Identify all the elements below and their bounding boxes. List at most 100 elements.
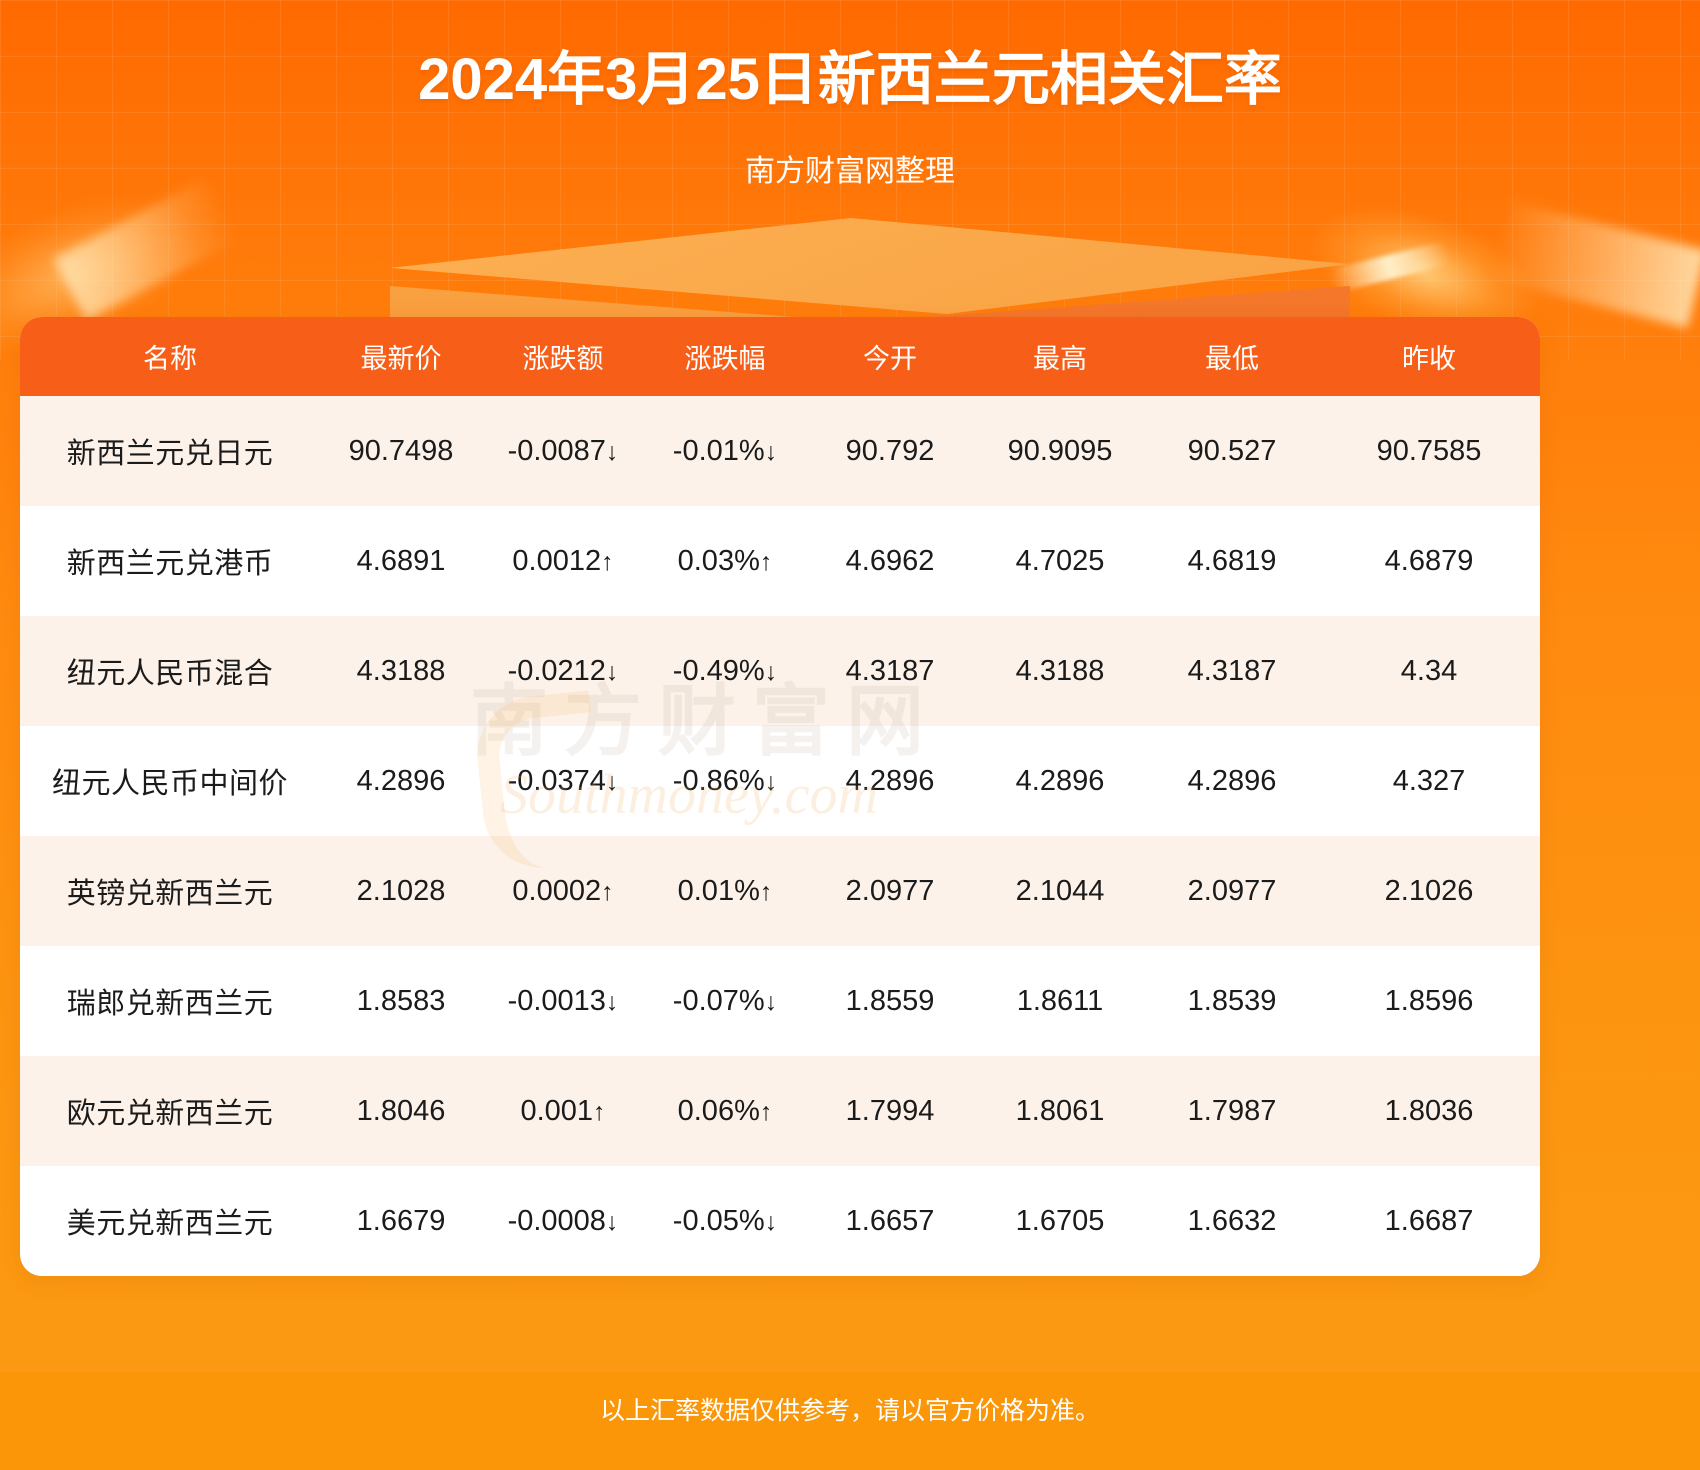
column-header-high: 最高 [974, 317, 1146, 396]
change-value: -0.0013 [507, 984, 606, 1017]
footer-disclaimer: 以上汇率数据仅供参考，请以官方价格为准。 [599, 1397, 1100, 1425]
table-row: 欧元兑新西兰元 1.8046 0.001↑ 0.06%↑ 1.7994 1.8061 1.7… [20, 1056, 1540, 1166]
column-header-prev-close: 昨收 [1318, 317, 1540, 396]
change-pct-value: -0.86% [672, 764, 765, 797]
change-pct-value: -0.07% [672, 984, 765, 1017]
cell-last-price: 4.3188 [320, 616, 482, 726]
cell-prev-close: 4.327 [1318, 726, 1540, 836]
change-pct-value: -0.05% [672, 1204, 765, 1237]
cell-name: 纽元人民币混合 [20, 616, 320, 726]
cell-change-pct: -0.01%↓ [644, 396, 806, 506]
cell-name: 新西兰元兑港币 [20, 506, 320, 616]
cell-name: 美元兑新西兰元 [20, 1166, 320, 1276]
change-pct-value: 0.01% [677, 874, 760, 907]
rates-table-card: 名称 最新价 涨跌额 涨跌幅 今开 最高 最低 昨收 新西兰元兑日元 90.749… [20, 317, 1540, 1276]
table-row: 瑞郎兑新西兰元 1.8583 -0.0013↓ -0.07%↓ 1.8559 1.8611… [20, 946, 1540, 1056]
cell-last-price: 1.8046 [320, 1056, 482, 1166]
arrow-up-icon: ↑ [601, 547, 614, 576]
arrow-down-icon: ↓ [764, 1207, 778, 1236]
cell-low: 4.6819 [1146, 506, 1318, 616]
cell-name: 瑞郎兑新西兰元 [20, 946, 320, 1056]
arrow-down-icon: ↓ [605, 657, 619, 686]
table-row: 新西兰元兑日元 90.7498 -0.0087↓ -0.01%↓ 90.792 90.90… [20, 396, 1540, 506]
column-header-low: 最低 [1146, 317, 1318, 396]
cell-change: 0.0002↑ [482, 836, 644, 946]
cell-change-pct: -0.86%↓ [644, 726, 806, 836]
column-header-change-pct: 涨跌幅 [644, 317, 806, 396]
cell-low: 1.8539 [1146, 946, 1318, 1056]
table-header: 名称 最新价 涨跌额 涨跌幅 今开 最高 最低 昨收 [20, 317, 1540, 396]
cell-last-price: 2.1028 [320, 836, 482, 946]
arrow-down-icon: ↓ [605, 1207, 619, 1236]
cell-prev-close: 90.7585 [1318, 396, 1540, 506]
cell-change: 0.001↑ [482, 1056, 644, 1166]
cell-low: 4.3187 [1146, 616, 1318, 726]
cell-change-pct: 0.06%↑ [644, 1056, 806, 1166]
cell-low: 4.2896 [1146, 726, 1318, 836]
arrow-down-icon: ↓ [764, 767, 778, 796]
cell-high: 1.8611 [974, 946, 1146, 1056]
change-value: 0.0012 [512, 544, 602, 577]
cell-open: 2.0977 [806, 836, 974, 946]
table-header-row: 名称 最新价 涨跌额 涨跌幅 今开 最高 最低 昨收 [20, 317, 1540, 396]
change-pct-value: 0.03% [677, 544, 760, 577]
arrow-up-icon: ↑ [759, 547, 773, 576]
page-title: 2024年3月25日新西兰元相关汇率 [418, 47, 1282, 112]
table-row: 新西兰元兑港币 4.6891 0.0012↑ 0.03%↑ 4.6962 4.7025 4.… [20, 506, 1540, 616]
column-header-open: 今开 [806, 317, 974, 396]
cell-name: 欧元兑新西兰元 [20, 1056, 320, 1166]
cell-high: 4.7025 [974, 506, 1146, 616]
change-value: 0.0002 [512, 874, 602, 907]
cell-prev-close: 2.1026 [1318, 836, 1540, 946]
cell-last-price: 1.8583 [320, 946, 482, 1056]
cell-low: 1.7987 [1146, 1056, 1318, 1166]
column-header-change: 涨跌额 [482, 317, 644, 396]
table-row: 纽元人民币中间价 4.2896 -0.0374↓ -0.86%↓ 4.2896 4.289… [20, 726, 1540, 836]
cell-last-price: 4.2896 [320, 726, 482, 836]
cell-prev-close: 1.8596 [1318, 946, 1540, 1056]
cell-name: 新西兰元兑日元 [20, 396, 320, 506]
cell-change: -0.0013↓ [482, 946, 644, 1056]
change-value: -0.0008 [507, 1204, 606, 1237]
table-body: 新西兰元兑日元 90.7498 -0.0087↓ -0.01%↓ 90.792 90.90… [20, 396, 1540, 1276]
change-value: 0.001 [520, 1094, 594, 1127]
cell-name: 英镑兑新西兰元 [20, 836, 320, 946]
cell-last-price: 4.6891 [320, 506, 482, 616]
rates-table: 名称 最新价 涨跌额 涨跌幅 今开 最高 最低 昨收 新西兰元兑日元 90.749… [20, 317, 1540, 1276]
cell-change-pct: 0.03%↑ [644, 506, 806, 616]
arrow-down-icon: ↓ [764, 437, 778, 466]
cell-open: 4.3187 [806, 616, 974, 726]
arrow-up-icon: ↑ [759, 877, 773, 906]
page-subtitle: 南方财富网整理 [745, 155, 955, 188]
change-value: -0.0212 [507, 654, 606, 687]
change-value: -0.0087 [507, 434, 606, 467]
cell-open: 1.7994 [806, 1056, 974, 1166]
cell-high: 1.8061 [974, 1056, 1146, 1166]
arrow-down-icon: ↓ [605, 767, 619, 796]
cell-name: 纽元人民币中间价 [20, 726, 320, 836]
cell-high: 4.3188 [974, 616, 1146, 726]
cell-change: -0.0212↓ [482, 616, 644, 726]
cell-high: 90.9095 [974, 396, 1146, 506]
table-row: 英镑兑新西兰元 2.1028 0.0002↑ 0.01%↑ 2.0977 2.1044 2.… [20, 836, 1540, 946]
cell-change-pct: -0.07%↓ [644, 946, 806, 1056]
cell-open: 1.8559 [806, 946, 974, 1056]
arrow-up-icon: ↑ [759, 1097, 773, 1126]
cell-last-price: 1.6679 [320, 1166, 482, 1276]
change-value: -0.0374 [507, 764, 606, 797]
table-row: 纽元人民币混合 4.3188 -0.0212↓ -0.49%↓ 4.3187 4.3188… [20, 616, 1540, 726]
cell-prev-close: 1.6687 [1318, 1166, 1540, 1276]
cell-low: 1.6632 [1146, 1166, 1318, 1276]
arrow-down-icon: ↓ [605, 437, 619, 466]
cell-low: 2.0977 [1146, 836, 1318, 946]
cell-high: 4.2896 [974, 726, 1146, 836]
cell-prev-close: 4.6879 [1318, 506, 1540, 616]
cell-prev-close: 4.34 [1318, 616, 1540, 726]
cell-high: 2.1044 [974, 836, 1146, 946]
exchange-rate-infographic: 2024年3月25日新西兰元相关汇率 南方财富网整理 名称 最新价 涨跌额 涨跌… [0, 0, 1700, 1470]
cell-last-price: 90.7498 [320, 396, 482, 506]
table-row: 美元兑新西兰元 1.6679 -0.0008↓ -0.05%↓ 1.6657 1.6705… [20, 1166, 1540, 1276]
change-pct-value: -0.49% [672, 654, 765, 687]
arrow-up-icon: ↑ [593, 1097, 606, 1126]
change-pct-value: -0.01% [672, 434, 765, 467]
